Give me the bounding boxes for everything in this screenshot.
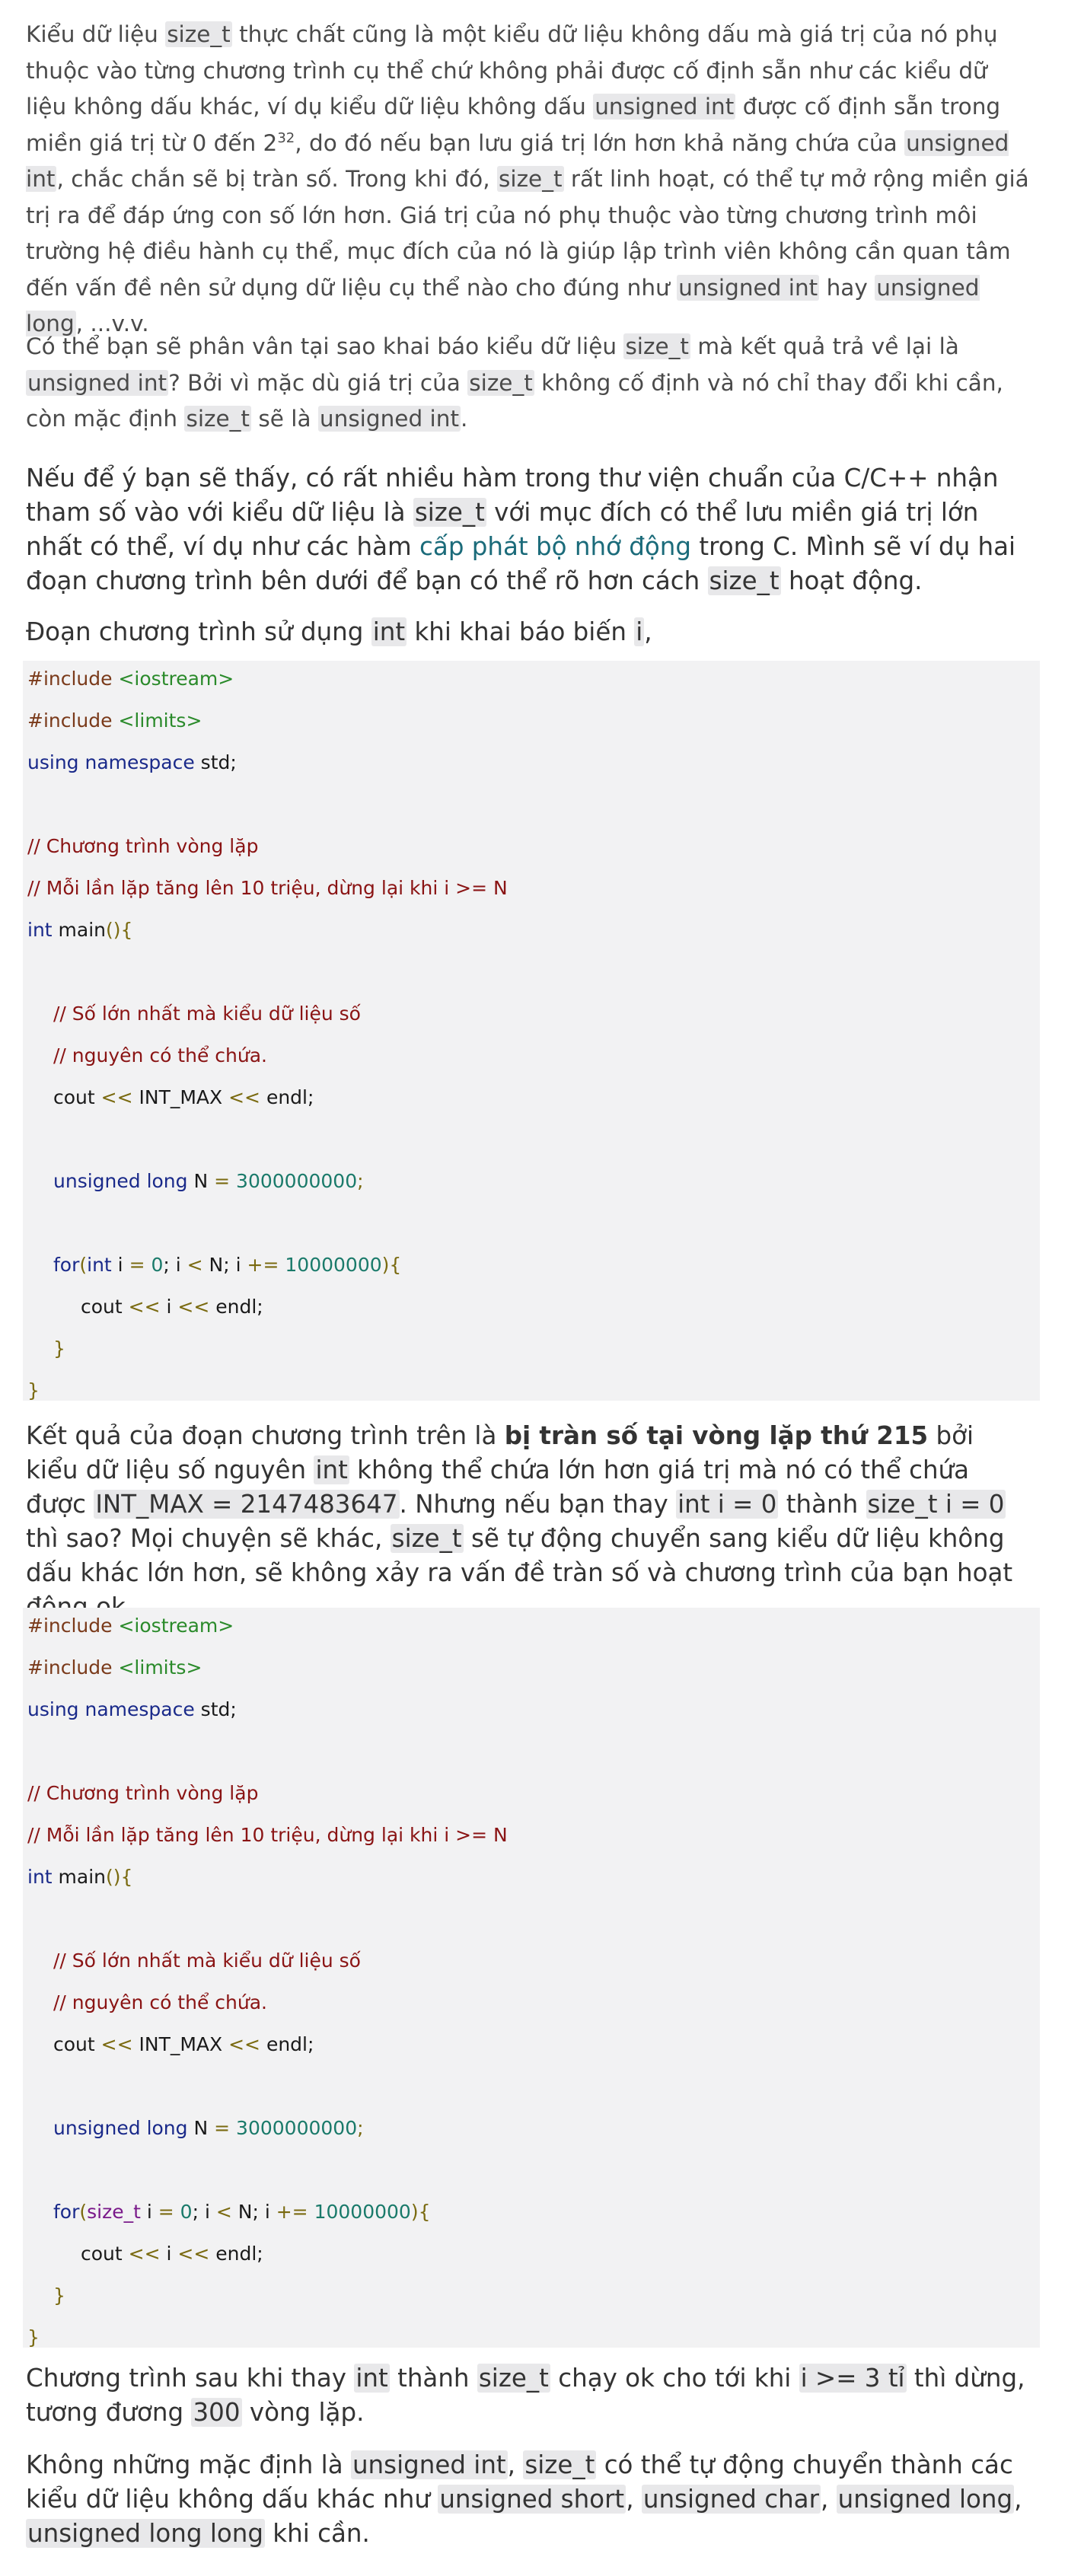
- inline-code: size_t: [707, 566, 781, 595]
- code-line: #include <iostream>: [27, 668, 234, 690]
- code-line: }: [53, 2284, 65, 2307]
- inline-code: size_t: [497, 166, 564, 192]
- inline-code: size_t: [623, 333, 690, 359]
- inline-code: unsigned short: [438, 2485, 626, 2514]
- code-line: int main(){: [27, 1866, 133, 1888]
- text: khi cần.: [264, 2519, 370, 2548]
- paragraph-size-t-ok: Chương trình sau khi thay int thành size…: [26, 2361, 1031, 2430]
- text: sẽ là: [250, 406, 318, 432]
- code-line: }: [27, 2326, 40, 2348]
- paragraph-int-example-intro: Đoạn chương trình sử dụng int khi khai b…: [26, 615, 1031, 649]
- text: ,: [644, 617, 652, 646]
- inline-code: size_t: [467, 369, 534, 396]
- text: ? Bởi vì mặc dù giá trị của: [168, 369, 468, 396]
- inline-code: int: [314, 1455, 349, 1484]
- inline-code: unsigned long: [836, 2485, 1015, 2514]
- code-comment: // Chương trình vòng lặp: [27, 1782, 259, 1804]
- inline-code: i >= 3 tỉ: [799, 2364, 907, 2393]
- text: . Nhưng nếu bạn thay: [399, 1490, 677, 1519]
- code-line: using namespace std;: [27, 1698, 237, 1720]
- text: thành: [389, 2364, 477, 2393]
- text: ,: [626, 2485, 642, 2514]
- code-line: int main(){: [27, 919, 133, 941]
- article-page: Kiểu dữ liệu size_t thực chất cũng là mộ…: [0, 0, 1084, 2576]
- text: ,: [1014, 2485, 1022, 2514]
- code-line: cout << i << endl;: [81, 1296, 263, 1318]
- code-line: unsigned long N = 3000000000;: [53, 2117, 364, 2139]
- inline-code: size_t: [165, 21, 232, 47]
- inline-code: unsigned int: [26, 369, 169, 396]
- text: , chắc chắn sẽ bị tràn số. Trong khi đó,: [56, 166, 497, 192]
- inline-code: unsigned int: [317, 406, 461, 432]
- inline-code: int: [354, 2364, 390, 2393]
- text: chạy ok cho tới khi: [550, 2364, 799, 2393]
- inline-code: size_t i = 0: [866, 1490, 1006, 1519]
- inline-code: size_t: [523, 2450, 597, 2479]
- code-comment: // Mỗi lần lặp tăng lên 10 triệu, dừng l…: [27, 877, 508, 899]
- text: Đoạn chương trình sử dụng: [26, 617, 371, 646]
- text: Kiểu dữ liệu: [26, 21, 166, 47]
- text: Kết quả của đoạn chương trình trên là: [26, 1421, 505, 1450]
- text: hoạt động.: [780, 566, 923, 595]
- text: Không những mặc định là: [26, 2450, 351, 2479]
- code-block-int: #include <iostream> #include <limits> us…: [23, 661, 1040, 1401]
- paragraph-overflow-result: Kết quả của đoạn chương trình trên là bị…: [26, 1419, 1031, 1624]
- superscript: 32: [277, 129, 295, 146]
- text: thì sao? Mọi chuyện sẽ khác,: [26, 1524, 391, 1553]
- code-line: #include <iostream>: [27, 1615, 234, 1637]
- code-line: }: [53, 1337, 65, 1360]
- text: ,: [507, 2450, 524, 2479]
- inline-code: 300: [191, 2398, 242, 2427]
- code-line: #include <limits>: [27, 1656, 202, 1679]
- inline-code: size_t: [184, 406, 251, 432]
- text: hay: [819, 274, 875, 301]
- code-block-size-t: #include <iostream> #include <limits> us…: [23, 1608, 1040, 2348]
- code-comment: // nguyên có thể chứa.: [53, 1044, 267, 1066]
- inline-code: INT_MAX = 2147483647: [94, 1490, 400, 1519]
- code-comment: // nguyên có thể chứa.: [53, 1991, 267, 2013]
- code-comment: // Số lớn nhất mà kiểu dữ liệu số: [53, 1003, 361, 1025]
- inline-code: size_t: [413, 498, 486, 527]
- code-line: unsigned long N = 3000000000;: [53, 1170, 364, 1192]
- paragraph-return-type: Có thể bạn sẽ phân vân tại sao khai báo …: [26, 329, 1031, 438]
- code-comment: // Số lớn nhất mà kiểu dữ liệu số: [53, 1950, 361, 1972]
- inline-code: i: [634, 617, 645, 646]
- paragraph-std-functions: Nếu để ý bạn sẽ thấy, có rất nhiều hàm t…: [26, 461, 1031, 598]
- text: thành: [778, 1490, 866, 1519]
- text: ,: [820, 2485, 837, 2514]
- text: .: [461, 406, 468, 432]
- inline-code: unsigned int: [593, 94, 736, 120]
- paragraph-size-t-intro: Kiểu dữ liệu size_t thực chất cũng là mộ…: [26, 17, 1031, 343]
- inline-code: int: [371, 617, 407, 646]
- dynamic-memory-link[interactable]: cấp phát bộ nhớ động: [419, 532, 691, 561]
- code-line: }: [27, 1379, 40, 1401]
- code-line: cout << INT_MAX << endl;: [53, 2033, 314, 2055]
- inline-code: size_t: [477, 2364, 550, 2393]
- text: , do đó nếu bạn lưu giá trị lớn hơn khả …: [295, 129, 905, 156]
- paragraph-auto-conversion: Không những mặc định là unsigned int, si…: [26, 2448, 1031, 2551]
- inline-code: unsigned int: [350, 2450, 508, 2479]
- code-line: for(size_t i = 0; i < N; i += 10000000){: [53, 2201, 431, 2223]
- code-line: cout << i << endl;: [81, 2243, 263, 2265]
- text: khi khai báo biến: [406, 617, 635, 646]
- inline-code: unsigned char: [641, 2485, 821, 2514]
- inline-code: int i = 0: [676, 1490, 779, 1519]
- code-line: for(int i = 0; i < N; i += 10000000){: [53, 1254, 402, 1276]
- inline-code: unsigned int: [677, 274, 820, 301]
- code-comment: // Mỗi lần lặp tăng lên 10 triệu, dừng l…: [27, 1824, 508, 1846]
- text: Chương trình sau khi thay: [26, 2364, 355, 2393]
- inline-code: size_t: [390, 1524, 464, 1553]
- bold-text: bị tràn số tại vòng lặp thứ 215: [504, 1421, 929, 1450]
- text: vòng lặp.: [241, 2398, 365, 2427]
- text: Có thể bạn sẽ phân vân tại sao khai báo …: [26, 333, 624, 359]
- code-line: using namespace std;: [27, 751, 237, 773]
- code-line: #include <limits>: [27, 709, 202, 732]
- code-comment: // Chương trình vòng lặp: [27, 835, 259, 857]
- code-line: cout << INT_MAX << endl;: [53, 1086, 314, 1108]
- inline-code: unsigned long long: [26, 2519, 265, 2548]
- text: mà kết quả trả về lại là: [690, 333, 959, 359]
